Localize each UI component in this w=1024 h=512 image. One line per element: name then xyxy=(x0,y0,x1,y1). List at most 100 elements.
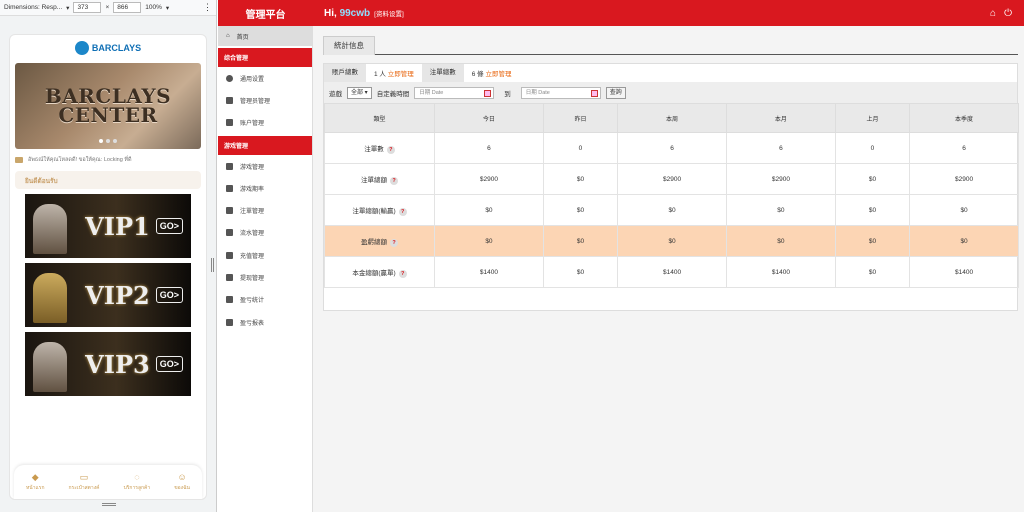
admin-app: 管理平台 Hi, 99cwb [资料设置] ⌂ ⏻ ⌂ 首页 综合管理 通用设置… xyxy=(218,0,1024,512)
table-cell: $0 xyxy=(542,163,619,195)
summary-row: 賬戶總數 1 人 立即管理 注單總數 6 條 立即管理 xyxy=(324,64,1017,82)
main-content: 統計信息 賬戶總數 1 人 立即管理 注單總數 6 條 立即管理 遊戲 全部 ▾… xyxy=(313,26,1024,512)
help-icon[interactable]: ? xyxy=(398,269,407,278)
users-total-label: 賬戶總數 xyxy=(324,64,366,82)
users-total-value: 1 人 xyxy=(374,71,386,78)
gamepad-icon xyxy=(226,162,233,170)
list-icon xyxy=(226,207,233,215)
profile-settings-link[interactable]: [资料设置] xyxy=(374,8,404,18)
devtools-toolbar: Dimensions: Resp... ▾ 373 × 866 100% ▾ ⋮ xyxy=(0,0,216,16)
column-header: 今日 xyxy=(434,103,544,133)
table-cell: $2900 xyxy=(909,163,1019,195)
eagle-icon xyxy=(74,41,89,55)
height-input[interactable]: 866 xyxy=(113,2,142,13)
help-icon[interactable]: ? xyxy=(398,207,407,216)
start-date-input[interactable]: 日期 Date xyxy=(414,86,495,99)
column-header: 上月 xyxy=(834,103,911,133)
row-label: 注單總額(輸贏)? xyxy=(324,194,435,226)
manage-bets-link[interactable]: 立即管理 xyxy=(485,71,511,78)
width-input[interactable]: 373 xyxy=(73,2,102,13)
devtools-panel: Dimensions: Resp... ▾ 373 × 866 100% ▾ ⋮… xyxy=(0,0,217,512)
banner-text: BARCLAYS CENTER xyxy=(44,84,172,127)
table-cell: $1400 xyxy=(617,256,727,288)
list-icon xyxy=(226,318,233,326)
carousel-dots[interactable] xyxy=(99,139,117,143)
table-cell: $0 xyxy=(542,225,619,257)
game-select[interactable]: 全部 ▾ xyxy=(347,86,372,99)
sidebar-item-accounts[interactable]: 账户管理 xyxy=(218,112,312,134)
stats-panel: 賬戶總數 1 人 立即管理 注單總數 6 條 立即管理 遊戲 全部 ▾ 自定義時… xyxy=(323,63,1019,311)
table-cell: $0 xyxy=(542,194,619,226)
sidebar-item-pl-stats[interactable]: 盈亏统计 xyxy=(218,289,312,311)
table-cell: $0 xyxy=(834,163,911,195)
manage-users-link[interactable]: 立即管理 xyxy=(388,71,414,78)
help-icon[interactable]: ? xyxy=(390,238,398,247)
game-filter-label: 遊戲 xyxy=(329,90,342,98)
table-cell: 6 xyxy=(617,132,727,164)
welcome-box: ยินดีต้อนรับ xyxy=(15,171,201,189)
query-button[interactable]: 查詢 xyxy=(605,86,626,99)
person-figure xyxy=(33,342,67,392)
nav-profile[interactable]: ☺ ของฉัน xyxy=(174,471,190,492)
more-icon[interactable]: ⋮ xyxy=(203,2,212,13)
user-icon xyxy=(226,119,233,127)
nav-service[interactable]: ◌ บริการลูกค้า xyxy=(124,472,151,492)
vip1-banner[interactable]: VIP1 GO> xyxy=(25,194,191,258)
resize-handle[interactable] xyxy=(211,258,214,272)
go-button[interactable]: GO> xyxy=(155,218,183,234)
sidebar: ⌂ 首页 综合管理 通用设置 管理员管理 账户管理 游戏管理 游戏管理 游戏期率… xyxy=(218,26,313,512)
sidebar-section-games[interactable]: 游戏管理 xyxy=(218,135,312,155)
sidebar-item-bets[interactable]: 注單管理 xyxy=(218,199,312,221)
tab-statistics[interactable]: 統計信息 xyxy=(323,36,375,55)
table-cell: $0 xyxy=(834,194,911,226)
dimensions-select[interactable]: Dimensions: Resp... xyxy=(4,4,62,11)
sidebar-item-games[interactable]: 游戏管理 xyxy=(218,155,312,177)
sidebar-item-home[interactable]: ⌂ 首页 xyxy=(218,26,312,46)
calendar-icon[interactable] xyxy=(590,89,598,97)
sidebar-item-deposit[interactable]: 充值管理 xyxy=(218,244,312,266)
mobile-preview: BARCLAYS BARCLAYS CENTER อัพธณ์ให้คุณโหล… xyxy=(9,34,207,500)
column-header: 本季度 xyxy=(909,103,1019,133)
go-button[interactable]: GO> xyxy=(155,356,183,372)
marquee: อัพธณ์ให้คุณโหลดดี! ขอให้คุณ: Locking ที… xyxy=(10,151,206,169)
banner-carousel[interactable]: BARCLAYS CENTER xyxy=(15,63,201,149)
go-button[interactable]: GO> xyxy=(155,287,183,303)
table-cell: $2900 xyxy=(617,163,727,195)
end-date-input[interactable]: 日期 Date xyxy=(520,86,601,99)
nav-wallet[interactable]: ▭ กระเป๋าสตางค์ xyxy=(69,472,100,492)
sidebar-item-flow[interactable]: 流水管理 xyxy=(218,222,312,244)
users-icon xyxy=(226,96,233,104)
sidebar-item-settings[interactable]: 通用设置 xyxy=(218,67,312,89)
sidebar-item-game-rates[interactable]: 游戏期率 xyxy=(218,177,312,199)
sidebar-item-withdraw[interactable]: 提现管理 xyxy=(218,266,312,288)
help-icon[interactable]: ? xyxy=(390,176,398,185)
home-icon[interactable]: ⌂ xyxy=(990,8,996,19)
calendar-icon[interactable] xyxy=(484,89,492,97)
person-figure xyxy=(33,204,67,254)
sidebar-section-general[interactable]: 综合管理 xyxy=(218,48,312,67)
mobile-bottom-nav: ◆ หน้าแรก ▭ กระเป๋าสตางค์ ◌ บริการลูกค้า ☺ ข… xyxy=(14,465,202,499)
power-icon[interactable]: ⏻ xyxy=(1004,8,1012,19)
custom-time-label: 自定義時間 xyxy=(376,90,410,98)
stats-table: 類型 今日 昨日 本周 本月 上月 本季度 注單數? 6 0 6 6 0 6 注單總額? $2900 $0 $2… xyxy=(324,103,1019,288)
vip3-banner[interactable]: VIP3 GO> xyxy=(25,332,191,396)
tab-bar: 統計信息 xyxy=(323,36,1018,55)
column-header: 本周 xyxy=(617,103,727,133)
zoom-select[interactable]: 100% xyxy=(145,4,162,11)
table-row: 注單總額(輸贏)? $0 $0 $0 $0 $0 $0 xyxy=(324,194,1019,226)
sidebar-item-admins[interactable]: 管理员管理 xyxy=(218,89,312,111)
column-header: 昨日 xyxy=(542,103,619,133)
resize-handle[interactable] xyxy=(102,503,116,506)
user-icon: ☺ xyxy=(177,471,187,482)
help-icon[interactable]: ? xyxy=(386,145,395,154)
table-cell: 6 xyxy=(725,132,836,164)
chevron-down-icon[interactable]: ▾ xyxy=(66,4,69,12)
chevron-down-icon[interactable]: ▾ xyxy=(166,4,169,12)
table-cell: $0 xyxy=(909,225,1019,257)
vip2-banner[interactable]: VIP2 GO> xyxy=(25,263,191,327)
sidebar-item-pl-report[interactable]: 盈亏报表 xyxy=(218,311,312,333)
column-header: 類型 xyxy=(324,103,435,133)
table-cell: $1400 xyxy=(434,256,544,288)
list-icon xyxy=(226,251,233,259)
nav-home[interactable]: ◆ หน้าแรก xyxy=(26,472,44,492)
